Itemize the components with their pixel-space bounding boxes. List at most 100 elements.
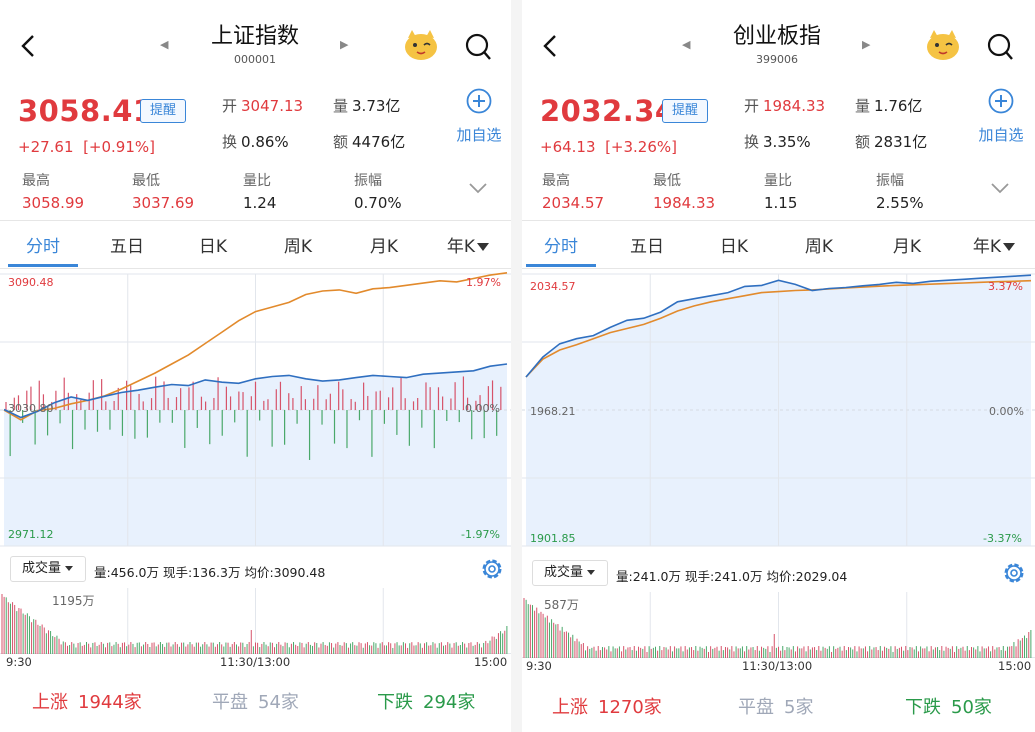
last-price: 3058.41 [18, 94, 154, 128]
stat-high: 最高 2034.57 [542, 173, 605, 212]
chevron-down-icon[interactable] [467, 180, 489, 196]
plus-circle-icon [988, 88, 1014, 114]
tab-monthly-k[interactable]: 月K [349, 232, 419, 257]
time-open: 9:30 [526, 659, 552, 673]
mascot-icon[interactable] [402, 28, 440, 62]
breadth-down: 下跌 294家 [377, 692, 476, 713]
tab-daily-k[interactable]: 日K [178, 232, 248, 257]
volume-chart [522, 592, 1035, 662]
axis-bottom-price: 1901.85 [530, 532, 576, 545]
page-title: 上证指数 [210, 24, 299, 49]
axis-bottom-price: 2971.12 [8, 528, 54, 541]
tab-5day[interactable]: 五日 [92, 232, 162, 257]
stat-volume: 量 1.76亿 [855, 97, 923, 115]
axis-top-price: 3090.48 [8, 276, 54, 289]
axis-mid-price: 3030.80 [8, 402, 54, 415]
stat-turnover: 换 0.86% [222, 133, 289, 151]
tab-weekly-k[interactable]: 周K [263, 232, 333, 257]
breadth-flat: 平盘 5家 [738, 697, 814, 718]
caret-down-icon [1003, 243, 1016, 251]
axis-mid-price: 1968.21 [530, 405, 576, 418]
time-close: 15:00 [474, 655, 508, 669]
time-open: 9:30 [6, 655, 32, 669]
active-tab-underline [8, 264, 78, 267]
stat-high: 最高 3058.99 [22, 173, 85, 212]
add-watchlist-button[interactable]: 加自选 [978, 88, 1024, 145]
breadth-up: 上涨 1944家 [32, 692, 142, 713]
tab-yearly-k[interactable]: 年K [962, 232, 1026, 257]
price-change: +27.61 [+0.91%] [18, 138, 155, 156]
price-change: +64.13 [+3.26%] [540, 138, 677, 156]
time-close: 15:00 [998, 659, 1032, 673]
index-panel-shanghai: ◀ 上证指数 000001 ▶ 3058.41 提醒 +27.61 [+0.91… [0, 0, 511, 732]
tab-monthly-k[interactable]: 月K [872, 232, 942, 257]
search-icon[interactable] [464, 31, 492, 61]
price-chart-svg[interactable] [0, 270, 511, 552]
breadth-flat: 平盘 54家 [212, 692, 299, 713]
tab-5day[interactable]: 五日 [612, 232, 682, 257]
mascot-icon[interactable] [924, 28, 962, 62]
change-value: +64.13 [540, 138, 596, 156]
volume-max-label: 587万 [544, 598, 579, 612]
price-chart-svg[interactable] [522, 270, 1035, 552]
divider [0, 268, 511, 269]
indicator-select[interactable]: 成交量 [532, 560, 608, 586]
tab-intraday[interactable]: 分时 [526, 232, 596, 257]
volume-info-text: 量:241.0万 现手:241.0万 均价:2029.04 [616, 569, 848, 584]
caret-down-icon [587, 570, 596, 575]
back-icon[interactable] [536, 30, 564, 62]
chevron-down-icon[interactable] [989, 180, 1011, 196]
stat-volume-ratio: 量比 1.15 [764, 173, 798, 212]
indicator-select[interactable]: 成交量 [10, 556, 86, 582]
stat-low: 最低 1984.33 [653, 173, 716, 212]
stat-amplitude: 振幅 2.55% [876, 173, 924, 212]
header: ◀ 创业板指 399006 ▶ [522, 0, 1035, 88]
change-percent: [+0.91%] [83, 138, 155, 156]
stat-amount: 额 2831亿 [855, 133, 928, 151]
axis-bottom-pct: -3.37% [983, 532, 1022, 545]
caret-down-icon [65, 566, 74, 571]
stat-volume-ratio: 量比 1.24 [243, 173, 277, 212]
next-index-icon[interactable]: ▶ [862, 38, 870, 51]
next-index-icon[interactable]: ▶ [340, 38, 348, 51]
period-tabs: 分时 五日 日K 周K 月K 年K [0, 224, 511, 268]
plus-circle-icon [466, 88, 492, 114]
add-watchlist-button[interactable]: 加自选 [456, 88, 502, 145]
caret-down-icon [477, 243, 490, 251]
add-watchlist-label: 加自选 [456, 126, 502, 144]
tab-yearly-k[interactable]: 年K [436, 232, 500, 257]
index-panel-chinext: ◀ 创业板指 399006 ▶ 2032.34 提醒 +64.13 [+3.26… [522, 0, 1035, 732]
breadth-up: 上涨 1270家 [552, 697, 662, 718]
volume-info-bar: 成交量 量:456.0万 现手:136.3万 均价:3090.48 [0, 554, 511, 586]
gear-icon[interactable] [1001, 560, 1027, 586]
gear-icon[interactable] [479, 556, 505, 582]
volume-info-bar: 成交量 量:241.0万 现手:241.0万 均价:2029.04 [522, 558, 1035, 590]
prev-index-icon[interactable]: ◀ [160, 38, 168, 51]
breadth-down: 下跌 50家 [905, 697, 992, 718]
tab-intraday[interactable]: 分时 [8, 232, 78, 257]
tab-daily-k[interactable]: 日K [699, 232, 769, 257]
divider [0, 220, 511, 221]
add-watchlist-label: 加自选 [978, 126, 1024, 144]
axis-bottom-pct: -1.97% [461, 528, 500, 541]
back-icon[interactable] [14, 30, 42, 62]
header: ◀ 上证指数 000001 ▶ [0, 0, 511, 88]
tab-weekly-k[interactable]: 周K [784, 232, 854, 257]
stat-low: 最低 3037.69 [132, 173, 195, 212]
stat-amount: 额 4476亿 [333, 133, 406, 151]
stat-volume: 量 3.73亿 [333, 97, 401, 115]
stat-amplitude: 振幅 0.70% [354, 173, 402, 212]
alert-button[interactable]: 提醒 [662, 99, 708, 123]
index-code: 000001 [234, 53, 276, 66]
alert-button[interactable]: 提醒 [140, 99, 186, 123]
search-icon[interactable] [986, 31, 1014, 61]
axis-mid-pct: 0.00% [465, 402, 500, 415]
prev-index-icon[interactable]: ◀ [682, 38, 690, 51]
intraday-chart[interactable] [522, 270, 1035, 556]
time-mid: 11:30/13:00 [742, 659, 813, 673]
intraday-chart[interactable] [0, 270, 511, 556]
stat-open: 开 1984.33 [744, 97, 826, 115]
index-code: 399006 [756, 53, 798, 66]
divider [522, 220, 1035, 221]
volume-info-text: 量:456.0万 现手:136.3万 均价:3090.48 [94, 565, 326, 580]
